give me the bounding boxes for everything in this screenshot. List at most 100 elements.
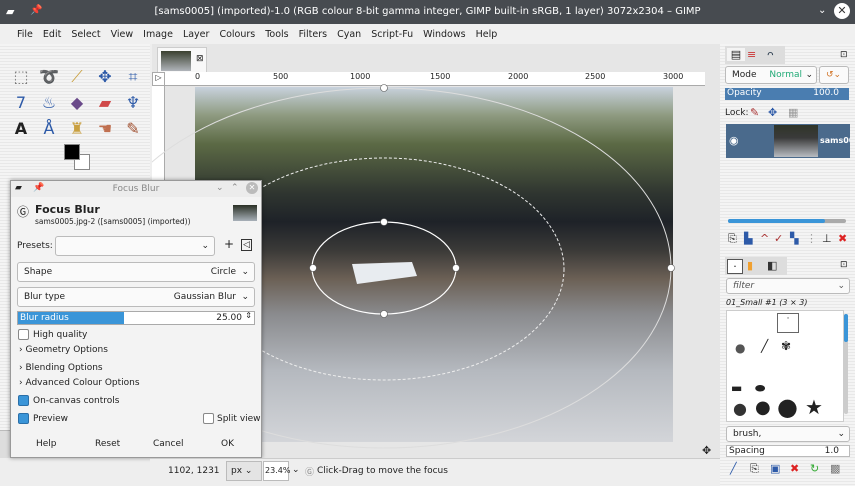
brush-fuzzy[interactable]: ● [735,341,745,355]
handle[interactable] [309,264,317,272]
layers-scrollbar[interactable] [728,219,846,223]
on-canvas-checkbox[interactable] [18,395,29,406]
close-icon[interactable]: ✕ [834,3,850,19]
brush-ellipse[interactable]: ⬬ [755,381,765,396]
handle[interactable] [452,264,460,272]
menu-layer[interactable]: Layer [178,29,215,40]
tab-gradients-icon[interactable]: ◧ [767,259,777,272]
minimize-icon[interactable]: ⌄ [818,5,826,16]
brush-selected[interactable]: · [777,313,799,333]
unit-combo[interactable]: px ⌄ [226,461,262,481]
new-layer-icon[interactable]: ⎘ [728,232,737,246]
visibility-eye-icon[interactable]: ◉ [729,134,739,147]
dock-menu-icon[interactable]: ⊡ [840,50,848,60]
shape-combo[interactable]: Shape Circle ⌄ [17,262,255,282]
cancel-button[interactable]: Cancel [153,439,184,449]
lock-position-icon[interactable]: ✥ [768,106,777,119]
lock-pixels-icon[interactable]: ✎ [750,106,759,119]
tab-patterns-icon[interactable]: ▮ [747,259,753,272]
geometry-expander[interactable]: › Geometry Options [19,345,108,355]
zoom-dropdown-icon[interactable]: ⌄ [292,465,300,475]
layer-row[interactable]: ◉ sams0005 [726,124,850,158]
smudge-icon[interactable]: ☚ [94,118,116,140]
crop-icon[interactable]: ⌗ [122,66,144,88]
menu-edit[interactable]: Edit [38,29,66,40]
edit-brush-icon[interactable]: ╱ [730,462,737,475]
paths-icon[interactable]: ♆ [122,92,144,114]
raise-icon[interactable]: ^ [760,232,769,245]
measure-icon[interactable]: Å [38,118,60,140]
anchor-icon[interactable]: ⊥ [822,232,832,245]
paintbrush-icon[interactable]: ✎ [122,118,144,140]
handle[interactable] [380,84,388,92]
menu-select[interactable]: Select [66,29,105,40]
brush-round-medium[interactable]: ● [755,397,771,418]
brush-grid[interactable]: · ● ╱ ✾ ▬ ⬬ ● ● ● ★ [726,310,844,422]
high-quality-checkbox[interactable] [18,329,29,340]
spacing-slider[interactable]: Spacing 1.0 [726,445,850,457]
menu-colours[interactable]: Colours [214,29,260,40]
brush-as-image-icon[interactable]: ▩ [830,462,840,475]
brush-bar[interactable]: ▬ [731,381,742,395]
menu-image[interactable]: Image [138,29,178,40]
handle[interactable] [380,218,388,226]
maximize-icon[interactable]: ⌃ [231,183,239,193]
lock-alpha-icon[interactable]: ▦ [788,106,798,119]
transform-icon[interactable]: 7 [10,92,32,114]
split-view-checkbox[interactable] [203,413,214,424]
clone-icon[interactable]: ♜ [66,118,88,140]
blur-type-combo[interactable]: Blur type Gaussian Blur ⌄ [17,287,255,307]
presets-combo[interactable]: ⌄ [55,236,215,256]
blending-expander[interactable]: › Blending Options [19,363,103,373]
navigate-icon[interactable]: ✥ [702,444,711,457]
menu-windows[interactable]: Windows [418,29,470,40]
rect-select-icon[interactable]: ⬚ [10,66,32,88]
tab-channels-icon[interactable]: ≡ [747,48,756,61]
tab-paths-icon[interactable]: ᴖ [767,48,774,61]
duplicate-icon[interactable]: ▚ [790,232,798,245]
warp-icon[interactable]: ♨ [38,92,60,114]
brush-tag-combo[interactable]: brush, ⌄ [726,426,850,442]
menu-cyan[interactable]: Cyan [332,29,366,40]
brush-star[interactable]: ★ [805,395,823,419]
text-icon[interactable]: A [10,118,32,140]
menu-script-fu[interactable]: Script-Fu [366,29,418,40]
foreground-color[interactable] [64,144,80,160]
refresh-brushes-icon[interactable]: ↻ [810,462,819,475]
delete-layer-icon[interactable]: ✖ [838,232,847,245]
lasso-icon[interactable]: ➰ [38,66,60,88]
brush-round-small[interactable]: ● [733,399,747,418]
eraser-icon[interactable]: ▰ [94,92,116,114]
brush-filter-input[interactable]: filter ⌄ [726,278,850,294]
merge-icon[interactable]: ⋮ [806,232,817,245]
delete-brush-icon[interactable]: ✖ [790,462,799,475]
blur-radius-slider[interactable]: Blur radius 25.00 ⇕ [17,311,255,325]
fuzzy-select-icon[interactable]: ⟋ [66,66,88,88]
move-icon[interactable]: ✥ [94,66,116,88]
brush-line[interactable]: ╱ [761,339,768,353]
handle[interactable] [380,310,388,318]
preview-checkbox[interactable] [18,413,29,424]
reset-button[interactable]: Reset [95,439,120,449]
new-group-icon[interactable]: ▙ [744,232,752,245]
menu-file[interactable]: File [12,29,38,40]
handle[interactable] [667,264,675,272]
ok-button[interactable]: OK [221,439,234,449]
lower-icon[interactable]: ✓ [774,232,783,245]
tab-layers-icon[interactable]: ▤ [727,48,745,61]
brush-scrollbar[interactable] [844,314,848,414]
help-button[interactable]: Help [36,439,57,449]
dock-menu-icon[interactable]: ⊡ [840,260,848,270]
minimize-icon[interactable]: ⌄ [216,183,224,193]
add-preset-icon[interactable]: + [224,237,234,251]
zoom-field[interactable]: 23.4% [263,461,290,481]
close-icon[interactable]: ✕ [246,182,258,194]
menu-help[interactable]: Help [471,29,503,40]
brush-splatter[interactable]: ✾ [781,339,791,353]
menu-tools[interactable]: Tools [260,29,293,40]
mode-combo[interactable]: Mode Normal ⌄ [725,66,817,84]
new-brush-icon[interactable]: ⎘ [750,462,759,476]
duplicate-brush-icon[interactable]: ▣ [770,462,780,475]
opacity-slider[interactable]: Opacity 100.0 [725,88,849,100]
brush-round-large[interactable]: ● [777,393,798,421]
